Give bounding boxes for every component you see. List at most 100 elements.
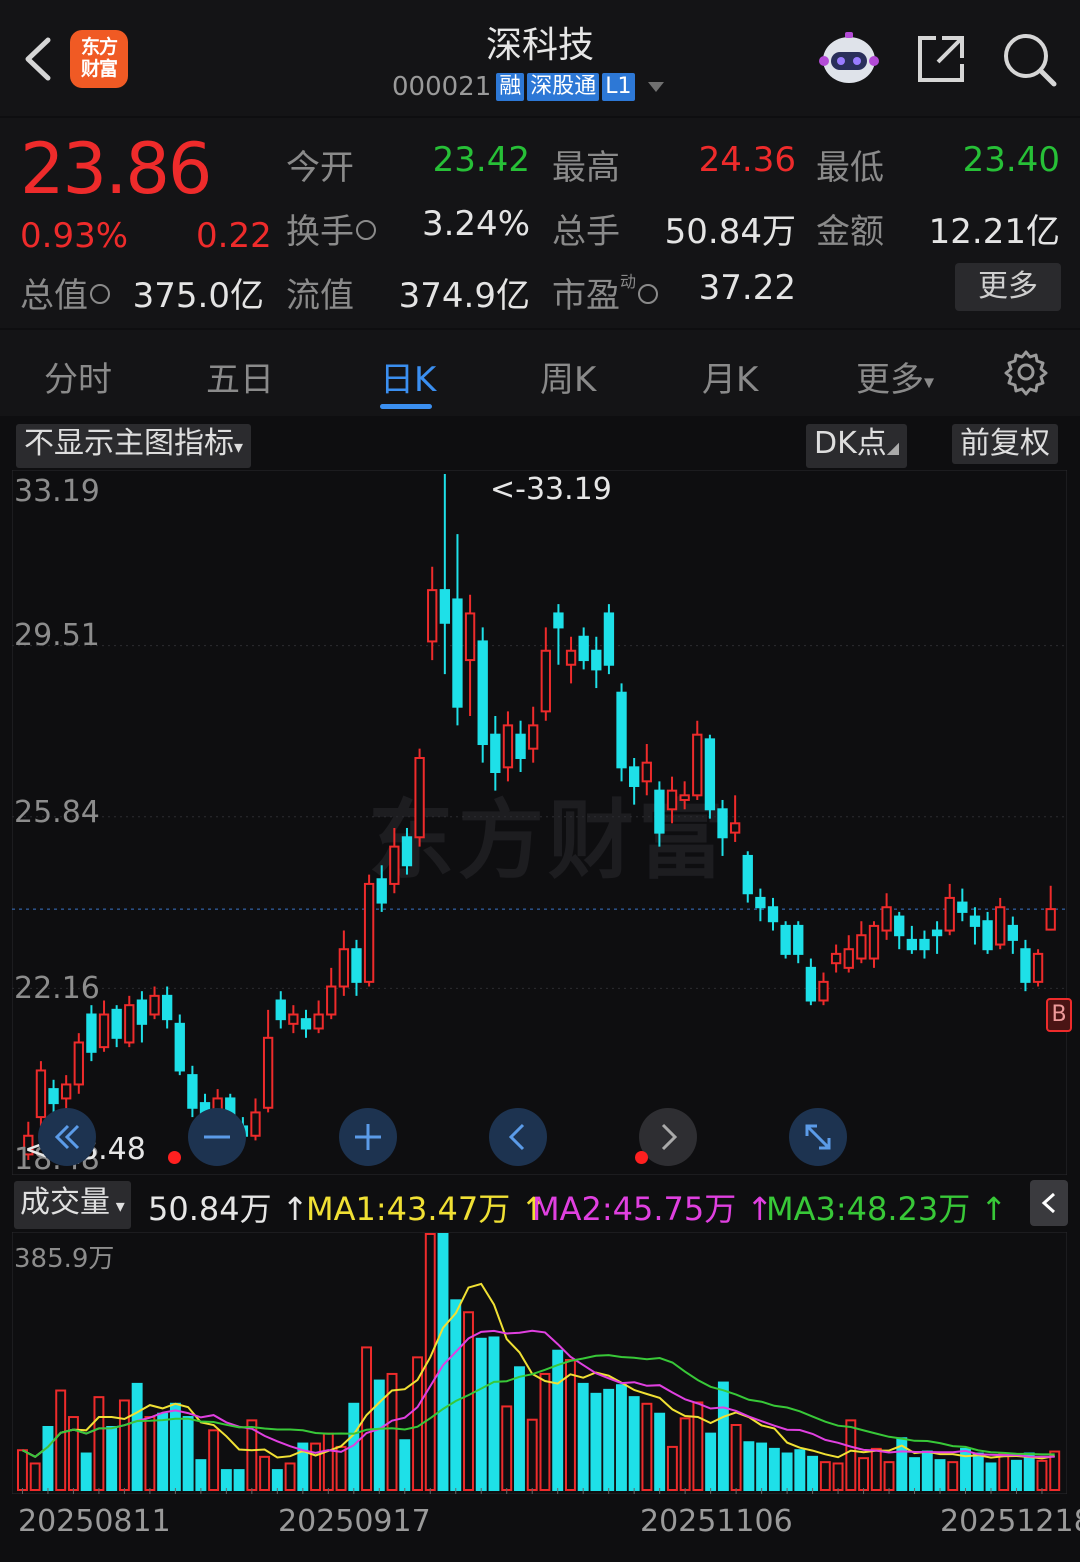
candle-body	[48, 1088, 59, 1105]
volume-bar	[870, 1447, 882, 1491]
change-percent: 0.93%	[20, 216, 129, 256]
candle-body	[338, 948, 350, 988]
volume-bar	[475, 1337, 487, 1491]
tab-more[interactable]: 更多▾	[856, 352, 934, 401]
more-quote-button[interactable]: 更多	[955, 263, 1061, 311]
collapse-button[interactable]	[1030, 1180, 1068, 1226]
volume-bar	[768, 1447, 780, 1491]
robot-icon[interactable]	[818, 28, 880, 88]
candle-body	[742, 854, 753, 895]
info-icon[interactable]	[356, 219, 376, 240]
pe-label[interactable]: 市盈动	[552, 268, 659, 317]
volume-bar	[743, 1441, 755, 1491]
candle-body	[427, 589, 438, 643]
volume-label: 总手	[552, 212, 620, 252]
candle-body	[818, 980, 829, 1002]
open-label: 今开	[286, 148, 354, 188]
volume-bar	[55, 1389, 67, 1491]
candle-body	[679, 794, 690, 801]
volume-bar	[998, 1452, 1010, 1491]
zoom-in-button[interactable]	[339, 1108, 397, 1166]
volume-bar	[705, 1432, 717, 1491]
volume-bar	[909, 1457, 920, 1491]
fullscreen-button[interactable]	[789, 1108, 847, 1166]
date-label: 20251218	[940, 1504, 1080, 1539]
volume-bar	[131, 1382, 143, 1492]
candle-body	[389, 845, 400, 885]
candle-body	[553, 612, 564, 629]
y-tick-label: 25.84	[14, 795, 100, 830]
volume-ma3: MA3:48.23万 ↑	[766, 1190, 1008, 1228]
tab-intraday[interactable]: 分时	[44, 352, 112, 401]
caret-down-icon: ▾	[234, 437, 244, 458]
volume-indicator-select[interactable]: 成交量 ▾	[14, 1181, 131, 1229]
info-icon[interactable]	[638, 283, 659, 304]
volume-bar	[564, 1359, 576, 1491]
candle-body	[477, 640, 488, 746]
tag-connect: 深股通	[527, 73, 600, 101]
dk-point-label: DK点	[814, 426, 887, 461]
tab-monthly-k[interactable]: 月K	[702, 352, 758, 401]
volume-bar	[182, 1416, 194, 1491]
volume-bar	[501, 1405, 513, 1491]
minus-icon	[204, 1135, 230, 1139]
volume-bar	[807, 1455, 819, 1491]
tab-weekly-k[interactable]: 周K	[540, 352, 596, 401]
volume-bar	[603, 1388, 615, 1491]
adjust-select[interactable]: 前复权	[952, 424, 1058, 464]
last-price: 23.86	[20, 128, 212, 210]
candle-body	[654, 789, 665, 834]
candle-body	[717, 808, 728, 839]
buy-marker[interactable]: B	[1046, 998, 1072, 1032]
candle-body	[351, 948, 362, 983]
volume-bar	[1023, 1452, 1035, 1491]
chart-frame	[12, 470, 1067, 1175]
scroll-left-button[interactable]	[489, 1108, 547, 1166]
candle-body	[591, 649, 602, 671]
dk-point-button[interactable]: DK点◢	[806, 424, 908, 468]
volume-bar	[1011, 1459, 1022, 1491]
search-icon[interactable]	[1000, 30, 1058, 88]
tab-five-day[interactable]: 五日	[206, 352, 274, 401]
candle-body	[780, 924, 791, 955]
volume-bar	[832, 1462, 844, 1491]
indicator-select[interactable]: 不显示主图指标▾	[16, 424, 252, 468]
volume-bar	[552, 1349, 564, 1491]
volume-bar	[717, 1381, 729, 1491]
share-icon[interactable]	[912, 30, 970, 88]
candle-body	[805, 966, 817, 1002]
volume-bar	[157, 1412, 169, 1492]
volume-bar	[858, 1457, 870, 1491]
chevron-down-icon[interactable]	[647, 82, 664, 92]
candle-body	[439, 589, 451, 624]
volume-chart[interactable]	[12, 1232, 1067, 1494]
volume-bar	[577, 1382, 589, 1492]
date-label: 20250811	[18, 1504, 171, 1539]
volume-bar	[259, 1455, 271, 1491]
candle-body	[616, 691, 627, 769]
volume-max-label: 385.9万	[14, 1244, 115, 1274]
candle-body	[843, 948, 854, 969]
candle-body	[98, 1013, 110, 1049]
gear-icon[interactable]	[1002, 348, 1050, 396]
candlestick-chart[interactable]	[12, 470, 1067, 1175]
candle-body	[755, 896, 766, 909]
candle-body	[628, 766, 640, 787]
mktcap-label[interactable]: 总值	[20, 268, 110, 317]
volume-bar	[271, 1469, 283, 1491]
candle-body	[957, 901, 968, 913]
stock-subline[interactable]: 000021 融 深股通 L1	[392, 70, 664, 104]
turnover-label[interactable]: 换手	[286, 204, 376, 253]
zoom-out-button[interactable]	[188, 1108, 246, 1166]
candle-body	[401, 836, 413, 867]
candle-body	[1045, 908, 1056, 931]
float-value: 374.9亿	[398, 276, 530, 316]
candle-body	[830, 952, 842, 965]
scroll-left-fast-button[interactable]	[38, 1108, 96, 1166]
tab-daily-k[interactable]: 日K	[380, 352, 436, 401]
y-tick-label: 33.19	[14, 474, 100, 509]
info-icon[interactable]	[90, 283, 110, 304]
volume-bar	[450, 1299, 462, 1491]
low-label: 最低	[816, 148, 884, 188]
y-tick-label: 22.16	[14, 971, 100, 1006]
